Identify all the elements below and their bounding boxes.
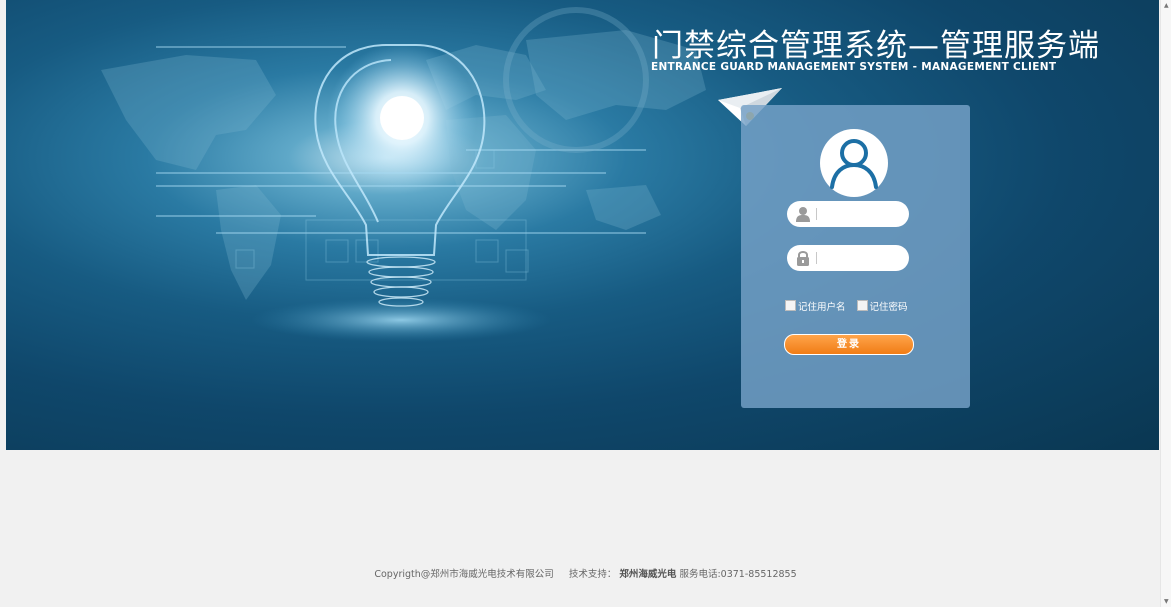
scroll-up-arrow-icon[interactable]: ▲	[1164, 2, 1169, 9]
support-company: 郑州海威光电	[619, 569, 677, 580]
remember-username-label: 记住用户名	[798, 302, 846, 313]
username-input[interactable]	[820, 204, 900, 224]
username-field	[787, 201, 909, 227]
hero-banner: 门禁综合管理系统—管理服务端 ENTRANCE GUARD MANAGEMENT…	[6, 0, 1159, 450]
remember-username-checkbox[interactable]	[785, 300, 796, 311]
login-panel: 记住用户名 记住密码 登录	[741, 105, 970, 408]
user-avatar-icon	[830, 139, 878, 189]
field-separator	[816, 208, 817, 220]
support-label: 技术支持：	[568, 569, 617, 580]
copyright-text: Copyrigth@郑州市海威光电技术有限公司	[374, 569, 554, 580]
footer: Copyrigth@郑州市海威光电技术有限公司 技术支持： 郑州海威光电 服务电…	[0, 566, 1171, 580]
service-phone: 服务电话:0371-85512855	[679, 569, 797, 580]
remember-password-label: 记住密码	[869, 302, 908, 313]
lock-icon	[797, 251, 809, 266]
user-icon	[796, 207, 810, 222]
field-separator	[816, 252, 817, 264]
password-field	[787, 245, 909, 271]
system-title: 门禁综合管理系统—管理服务端	[652, 28, 1100, 64]
remember-password-checkbox[interactable]	[856, 300, 868, 311]
password-input[interactable]	[820, 248, 900, 268]
system-subtitle: ENTRANCE GUARD MANAGEMENT SYSTEM - MANAG…	[651, 61, 1057, 73]
avatar	[820, 129, 888, 197]
vertical-scrollbar[interactable]: ▲ ▼	[1160, 0, 1171, 607]
login-button[interactable]: 登录	[784, 334, 914, 355]
scroll-down-arrow-icon[interactable]: ▼	[1164, 598, 1169, 605]
remember-options: 记住用户名 记住密码	[785, 299, 965, 313]
